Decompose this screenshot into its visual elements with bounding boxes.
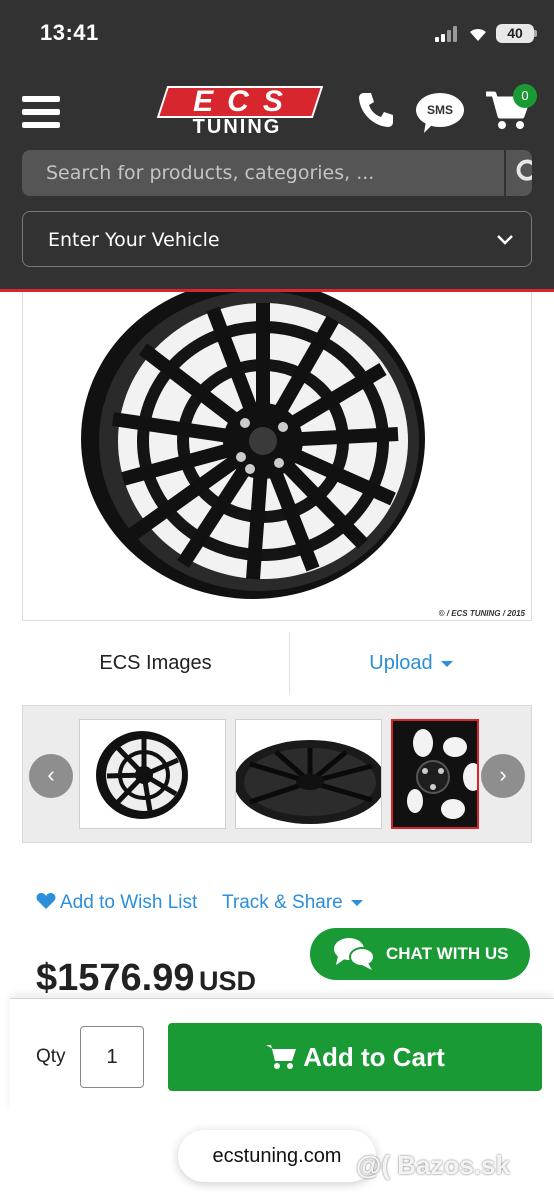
tab-ecs-images[interactable]: ECS Images — [22, 632, 289, 694]
battery-tip — [534, 30, 537, 37]
vehicle-selector[interactable]: Enter Your Vehicle — [22, 211, 532, 267]
chevron-down-icon — [497, 235, 513, 245]
image-tabs: ECS Images Upload — [22, 632, 532, 694]
sms-button[interactable]: SMS — [416, 93, 464, 133]
browser-url-bar[interactable]: ecstuning.com — [178, 1130, 376, 1182]
logo-text: ECS — [193, 85, 297, 118]
qty-label: Qty — [36, 1046, 66, 1067]
product-actions: Add to Wish List Track & Share — [36, 892, 516, 920]
chat-with-us-button[interactable]: CHAT WITH US — [310, 928, 530, 980]
add-to-cart-button[interactable]: Add to Cart — [168, 1023, 542, 1091]
site-header: 13:41 40 ECS TUNING SMS 0 Search for pro… — [0, 0, 554, 292]
thumbnail-2[interactable] — [235, 719, 382, 829]
wish-list-label: Add to Wish List — [60, 892, 198, 913]
price-currency: USD — [198, 966, 256, 996]
gallery-prev-button[interactable]: ‹ — [29, 754, 73, 798]
heart-icon — [36, 893, 56, 909]
cart-count-badge: 0 — [513, 84, 537, 108]
upload-label: Upload — [369, 652, 433, 674]
search-input[interactable] — [22, 150, 480, 196]
add-to-cart-label: Add to Cart — [303, 1042, 445, 1072]
thumbnail-wheel-front — [96, 731, 188, 819]
phone-icon[interactable] — [356, 90, 396, 130]
thumbnail-1[interactable] — [79, 719, 226, 829]
logo-subtext: TUNING — [192, 116, 282, 138]
ecs-tuning-logo[interactable]: ECS TUNING — [156, 85, 324, 138]
cart-icon — [266, 1045, 297, 1069]
status-time: 13:41 — [40, 20, 99, 45]
price-amount: $1576.99 — [36, 957, 195, 999]
battery-icon: 40 — [496, 24, 534, 43]
add-to-cart-bar: Qty Add to Cart — [10, 998, 554, 1114]
caret-down-icon — [350, 899, 363, 906]
track-share-dropdown[interactable]: Track & Share — [222, 892, 363, 914]
sms-bubble-tail-icon — [424, 121, 436, 133]
wheel-image — [81, 292, 425, 599]
vehicle-label: Enter Your Vehicle — [48, 229, 220, 251]
wifi-icon — [470, 28, 486, 41]
signal-icon — [435, 26, 459, 42]
menu-button[interactable] — [22, 96, 60, 128]
tab-upload[interactable]: Upload — [290, 632, 532, 694]
bazos-watermark: @( Bazos.sk — [356, 1150, 510, 1180]
thumbnail-3-selected[interactable] — [391, 719, 479, 829]
page: 13:41 40 ECS TUNING SMS 0 Search for pro… — [0, 0, 554, 1200]
chat-label: CHAT WITH US — [386, 944, 509, 963]
chat-bubbles-icon — [334, 938, 375, 970]
product-main-image[interactable]: © / ECS TUNING / 2015 — [22, 292, 532, 621]
search-bar — [22, 150, 532, 196]
image-watermark: © / ECS TUNING / 2015 — [438, 609, 525, 618]
add-to-wish-list-link[interactable]: Add to Wish List — [36, 892, 197, 914]
status-bar: 13:41 40 — [0, 0, 554, 68]
quantity-input[interactable] — [80, 1026, 144, 1088]
track-share-label: Track & Share — [222, 892, 343, 913]
product-price: $1576.99 USD — [36, 957, 256, 1000]
thumbnail-wheel-detail — [393, 721, 477, 827]
gallery-next-button[interactable]: › — [481, 754, 525, 798]
search-icon[interactable] — [504, 150, 532, 196]
image-gallery: ‹ › — [22, 705, 532, 843]
thumbnail-wheel-angle — [236, 740, 381, 824]
caret-down-icon — [440, 660, 453, 667]
